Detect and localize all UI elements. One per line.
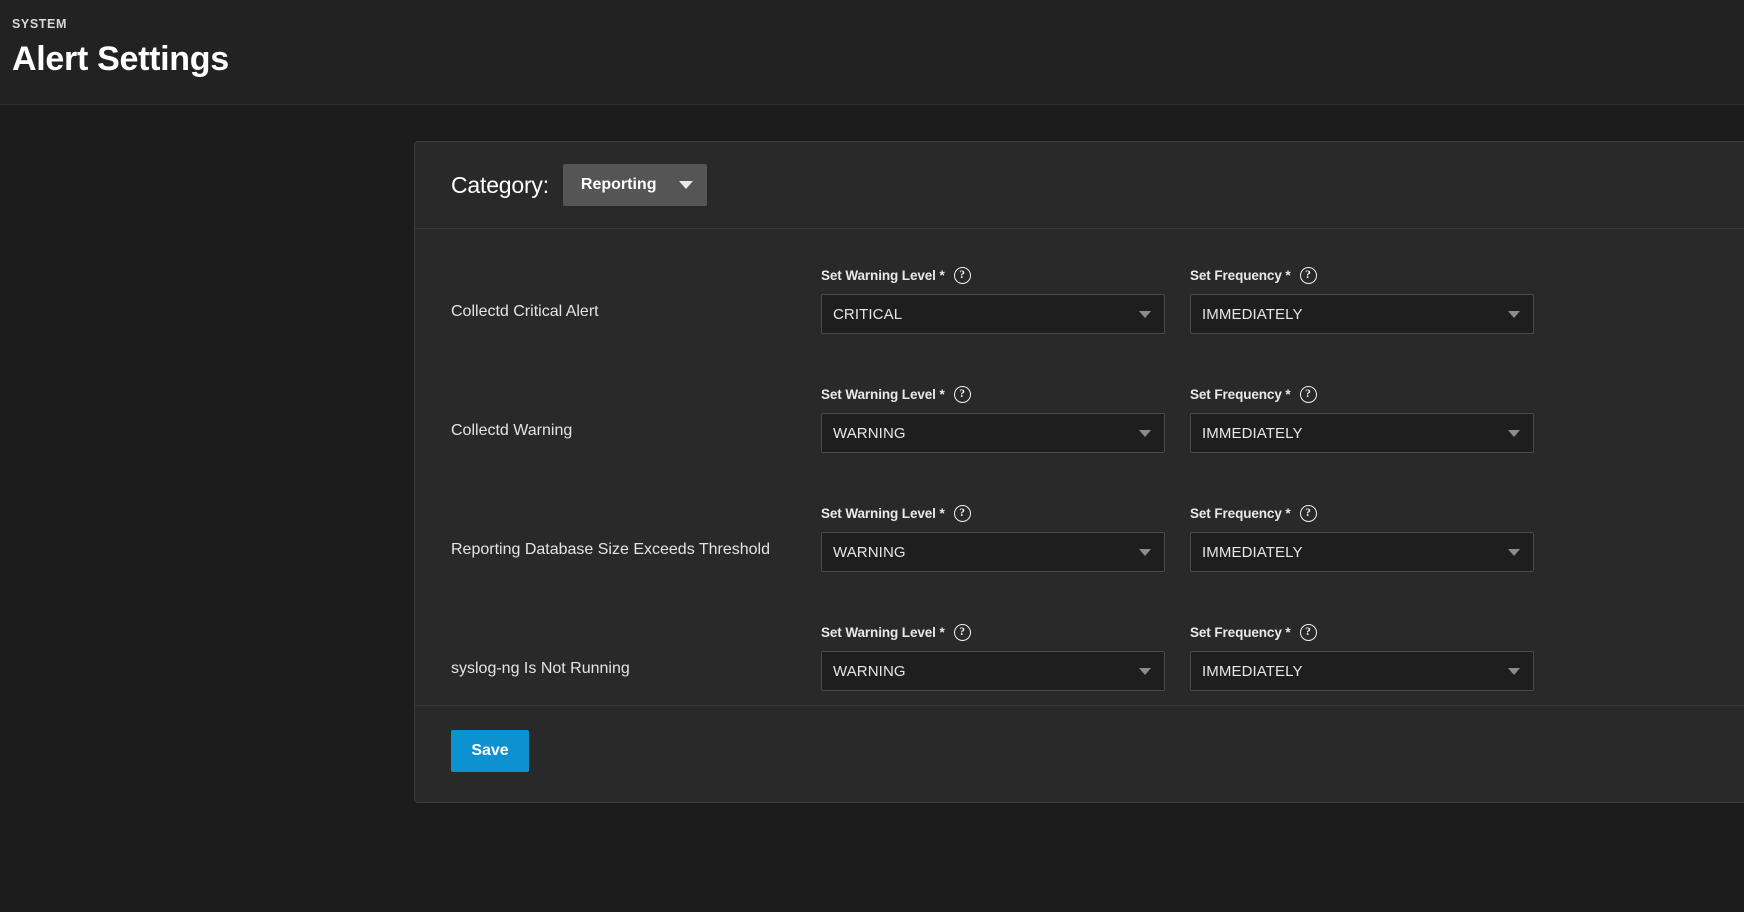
frequency-value: IMMEDIATELY — [1202, 662, 1303, 680]
alert-settings-panel: Category: Reporting Collectd Critical Al… — [414, 141, 1744, 803]
frequency-select[interactable]: IMMEDIATELY — [1190, 651, 1534, 691]
frequency-label: Set Frequency * — [1190, 387, 1291, 402]
category-label: Category: — [451, 171, 549, 198]
warning-level-group: Set Warning Level * ? WARNING — [821, 386, 1165, 453]
chevron-down-icon — [1508, 311, 1520, 318]
table-row: Collectd Critical Alert Set Warning Leve… — [415, 229, 1744, 348]
warning-level-label: Set Warning Level * — [821, 268, 945, 283]
alert-name: syslog-ng Is Not Running — [451, 660, 630, 677]
warning-level-select[interactable]: WARNING — [821, 651, 1165, 691]
help-circle-icon[interactable]: ? — [953, 624, 971, 641]
alert-name: Reporting Database Size Exceeds Threshol… — [451, 541, 770, 558]
help-circle-icon[interactable]: ? — [953, 386, 971, 403]
frequency-value: IMMEDIATELY — [1202, 305, 1303, 323]
chevron-down-icon — [1508, 549, 1520, 556]
frequency-group: Set Frequency * ? IMMEDIATELY — [1190, 267, 1534, 334]
help-circle-icon[interactable]: ? — [1299, 624, 1317, 641]
help-circle-icon[interactable]: ? — [953, 505, 971, 522]
warning-level-label-row: Set Warning Level * ? — [821, 267, 1165, 284]
frequency-value: IMMEDIATELY — [1202, 424, 1303, 442]
warning-level-label-row: Set Warning Level * ? — [821, 386, 1165, 403]
page-title: Alert Settings — [12, 40, 229, 78]
warning-level-select[interactable]: CRITICAL — [821, 294, 1165, 334]
frequency-value: IMMEDIATELY — [1202, 543, 1303, 561]
frequency-label: Set Frequency * — [1190, 625, 1291, 640]
frequency-label-row: Set Frequency * ? — [1190, 505, 1534, 522]
alert-name: Collectd Critical Alert — [451, 303, 599, 320]
chevron-down-icon — [678, 181, 693, 189]
warning-level-select[interactable]: WARNING — [821, 532, 1165, 572]
frequency-group: Set Frequency * ? IMMEDIATELY — [1190, 624, 1534, 691]
warning-level-label: Set Warning Level * — [821, 387, 945, 402]
chevron-down-icon — [1139, 430, 1151, 437]
help-circle-icon[interactable]: ? — [953, 267, 971, 284]
warning-level-label-row: Set Warning Level * ? — [821, 505, 1165, 522]
frequency-select[interactable]: IMMEDIATELY — [1190, 413, 1534, 453]
help-circle-icon[interactable]: ? — [1299, 267, 1317, 284]
warning-level-value: CRITICAL — [833, 305, 903, 323]
frequency-group: Set Frequency * ? IMMEDIATELY — [1190, 505, 1534, 572]
frequency-label-row: Set Frequency * ? — [1190, 386, 1534, 403]
table-row: syslog-ng Is Not Running Set Warning Lev… — [415, 586, 1744, 705]
panel-footer: Save — [415, 705, 1744, 802]
chevron-down-icon — [1139, 549, 1151, 556]
warning-level-label: Set Warning Level * — [821, 625, 945, 640]
frequency-group: Set Frequency * ? IMMEDIATELY — [1190, 386, 1534, 453]
warning-level-group: Set Warning Level * ? CRITICAL — [821, 267, 1165, 334]
category-dropdown[interactable]: Reporting — [562, 164, 707, 206]
warning-level-label-row: Set Warning Level * ? — [821, 624, 1165, 641]
chevron-down-icon — [1508, 668, 1520, 675]
warning-level-value: WARNING — [833, 543, 906, 561]
chevron-down-icon — [1139, 668, 1151, 675]
warning-level-label: Set Warning Level * — [821, 506, 945, 521]
chevron-down-icon — [1508, 430, 1520, 437]
warning-level-group: Set Warning Level * ? WARNING — [821, 624, 1165, 691]
category-bar: Category: Reporting — [415, 142, 1744, 229]
breadcrumb-section: SYSTEM — [12, 17, 67, 31]
frequency-select[interactable]: IMMEDIATELY — [1190, 532, 1534, 572]
warning-level-value: WARNING — [833, 424, 906, 442]
alert-name: Collectd Warning — [451, 422, 573, 439]
chevron-down-icon — [1139, 311, 1151, 318]
category-dropdown-value: Reporting — [580, 176, 657, 193]
warning-level-value: WARNING — [833, 662, 906, 680]
frequency-label: Set Frequency * — [1190, 268, 1291, 283]
save-button[interactable]: Save — [451, 730, 529, 772]
frequency-select[interactable]: IMMEDIATELY — [1190, 294, 1534, 334]
help-circle-icon[interactable]: ? — [1299, 505, 1317, 522]
page-header: SYSTEM Alert Settings — [0, 0, 1744, 105]
frequency-label-row: Set Frequency * ? — [1190, 267, 1534, 284]
alert-rows: Collectd Critical Alert Set Warning Leve… — [415, 229, 1744, 705]
table-row: Collectd Warning Set Warning Level * ? W… — [415, 348, 1744, 467]
warning-level-group: Set Warning Level * ? WARNING — [821, 505, 1165, 572]
frequency-label: Set Frequency * — [1190, 506, 1291, 521]
page-body: Category: Reporting Collectd Critical Al… — [0, 105, 1744, 912]
frequency-label-row: Set Frequency * ? — [1190, 624, 1534, 641]
warning-level-select[interactable]: WARNING — [821, 413, 1165, 453]
help-circle-icon[interactable]: ? — [1299, 386, 1317, 403]
table-row: Reporting Database Size Exceeds Threshol… — [415, 467, 1744, 586]
